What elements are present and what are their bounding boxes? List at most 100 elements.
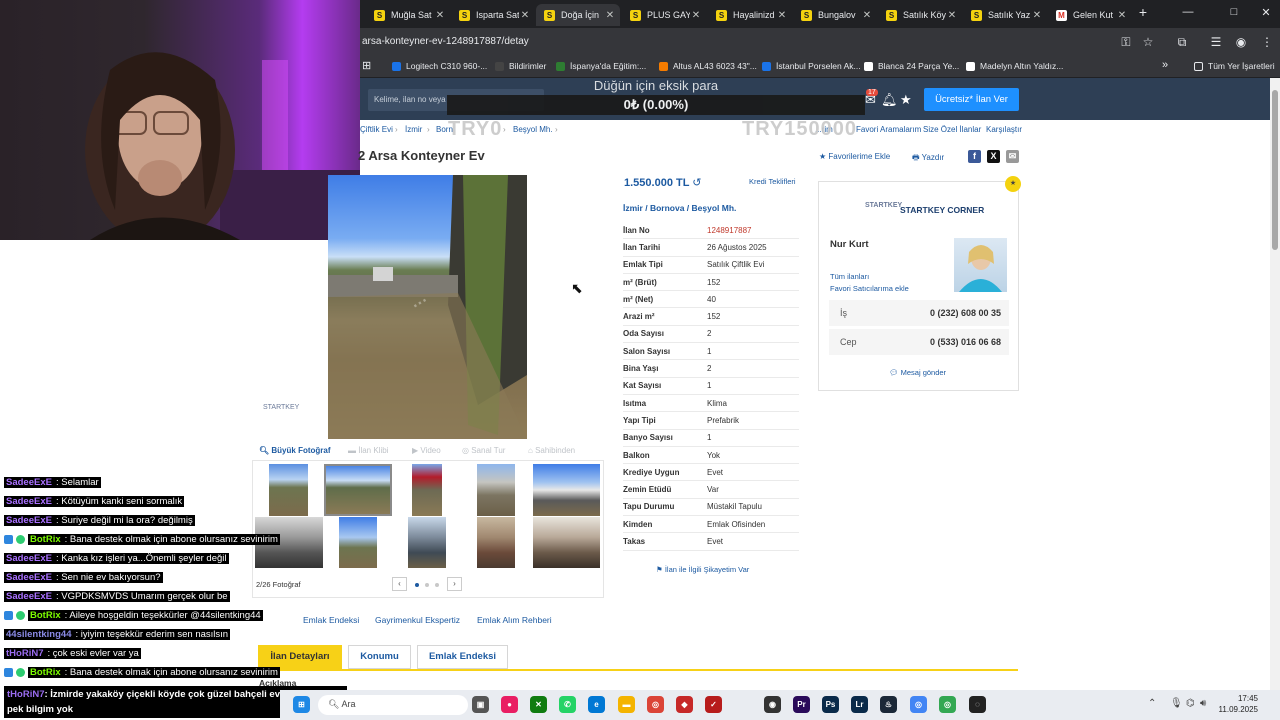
edge-icon[interactable]: e: [588, 696, 605, 713]
browser-tab[interactable]: S Isparta Sat ✕: [451, 4, 535, 26]
post-ad-button[interactable]: Ücretsiz* İlan Ver: [924, 88, 1019, 111]
profile-icon[interactable]: ◉: [1233, 35, 1249, 49]
tray-chevron-icon[interactable]: ⌃: [1148, 698, 1156, 709]
lightroom-icon[interactable]: Lr: [851, 696, 868, 713]
compare-link[interactable]: Karşılaştır: [986, 125, 1022, 134]
bookmark-item[interactable]: Altus AL43 6023 43"...: [659, 61, 757, 71]
appraisal-link[interactable]: Gayrimenkul Ekspertiz: [375, 615, 460, 625]
browser-tab[interactable]: S Bungalov ✕: [793, 4, 877, 26]
facebook-icon[interactable]: f: [968, 150, 981, 163]
browser-tab[interactable]: S Muğla Sat ✕: [366, 4, 450, 26]
favorites-star-icon[interactable]: ★: [900, 92, 912, 108]
special-ads-link[interactable]: Size Özel İlanlar: [923, 125, 981, 134]
taskbar-search[interactable]: 🔍︎ Ara: [318, 695, 468, 715]
credit-offers-link[interactable]: Kredi Teklifleri: [749, 177, 796, 186]
seller-company[interactable]: STARTKEY CORNER: [900, 205, 984, 215]
video-clip-button[interactable]: ▬ İlan Klibi: [348, 446, 388, 455]
buying-guide-link[interactable]: Emlak Alım Rehberi: [477, 615, 552, 625]
xbox-icon[interactable]: ✕: [530, 696, 547, 713]
chrome-active-icon[interactable]: ◎: [910, 696, 927, 713]
close-icon[interactable]: ✕: [776, 10, 788, 21]
clock[interactable]: 17:45 11.09.2025: [1212, 693, 1258, 715]
next-photo-button[interactable]: ›: [447, 577, 462, 591]
close-icon[interactable]: ✕: [434, 10, 446, 21]
phone-row[interactable]: Cep 0 (533) 016 06 68: [829, 329, 1009, 355]
browser-tab-active[interactable]: S Doğa İçin ✕: [536, 4, 620, 26]
network-icon[interactable]: ⌬: [1186, 698, 1195, 709]
video-button[interactable]: ▶ Video: [412, 446, 441, 455]
app-icon[interactable]: ●: [501, 696, 518, 713]
mail-icon[interactable]: ✓: [705, 696, 722, 713]
scroll-thumb[interactable]: [1272, 90, 1278, 250]
task-view-icon[interactable]: ▣: [472, 696, 489, 713]
star-icon[interactable]: ☆: [1140, 35, 1156, 49]
bookmark-item[interactable]: Logitech C310 960-...: [392, 61, 487, 71]
steam-icon[interactable]: ♨: [880, 696, 897, 713]
bookmark-item[interactable]: Madelyn Altın Yaldız...: [966, 61, 1063, 71]
breadcrumb-item[interactable]: İzmir: [405, 125, 422, 134]
thumbnail[interactable]: [408, 517, 446, 568]
url-field[interactable]: arsa-konteyner-ev-1248917887/detay: [362, 36, 529, 47]
apps-icon[interactable]: ⊞: [362, 59, 371, 72]
complaint-link[interactable]: ⚑ İlan ile İlgili Şikayetim Var: [656, 565, 749, 574]
windows-start-icon[interactable]: ⊞: [293, 696, 310, 713]
all-bookmarks[interactable]: Tüm Yer İşaretleri: [1194, 61, 1275, 71]
thumbnail-selected[interactable]: [324, 464, 392, 516]
new-tab-button[interactable]: +: [1134, 4, 1152, 20]
print-link[interactable]: 🖶︎ Yazdır: [912, 152, 944, 166]
chrome-icon[interactable]: ◎: [647, 696, 664, 713]
prev-photo-button[interactable]: ‹: [392, 577, 407, 591]
page-dot[interactable]: [435, 583, 439, 587]
breadcrumb-item[interactable]: Beşyol Mh.: [513, 125, 553, 134]
maximize-icon[interactable]: □: [1225, 6, 1243, 18]
thumbnail[interactable]: [533, 517, 600, 568]
thumbnail[interactable]: [533, 464, 600, 516]
browser-tab[interactable]: S Satılık Yaz ✕: [963, 4, 1047, 26]
folder-icon[interactable]: ▬: [618, 696, 635, 713]
minimize-icon[interactable]: —: [1179, 6, 1197, 18]
app-red-icon[interactable]: ◆: [676, 696, 693, 713]
breadcrumb-item[interactable]: Çiftlik Evi: [360, 125, 393, 134]
obs-icon[interactable]: ◉: [764, 696, 781, 713]
virtual-tour-button[interactable]: ◎ Sanal Tur: [462, 446, 505, 455]
photoshop-icon[interactable]: Ps: [822, 696, 839, 713]
app-circle-icon[interactable]: ◌: [969, 696, 986, 713]
thumbnail[interactable]: [412, 464, 442, 516]
chrome-profile-icon[interactable]: ◎: [939, 696, 956, 713]
scrollbar[interactable]: [1270, 78, 1280, 690]
x-icon[interactable]: X: [987, 150, 1000, 163]
phone-row[interactable]: İş 0 (232) 608 00 35: [829, 300, 1009, 326]
close-icon[interactable]: ✕: [519, 10, 531, 21]
main-photo[interactable]: ···: [328, 175, 527, 439]
favorite-link[interactable]: ★ Favorilerime Ekle: [819, 152, 890, 161]
reading-list-icon[interactable]: ☰: [1208, 35, 1224, 49]
premiere-icon[interactable]: Pr: [793, 696, 810, 713]
page-dot[interactable]: [425, 583, 429, 587]
real-estate-index-link[interactable]: Emlak Endeksi: [303, 615, 359, 625]
bookmark-item[interactable]: Bildirimler: [495, 61, 546, 71]
bell-icon[interactable]: 🔔︎: [881, 92, 898, 108]
thumbnail[interactable]: [339, 517, 377, 568]
favorite-seller-link[interactable]: Favori Satıcılarıma ekle: [830, 284, 909, 293]
thumbnail[interactable]: [477, 517, 515, 568]
all-ads-link[interactable]: Tüm ilanları: [830, 272, 869, 281]
bookmark-item[interactable]: İstanbul Porselen Ak...: [762, 61, 861, 71]
close-icon[interactable]: ✕: [690, 10, 702, 21]
tab-real-estate-index[interactable]: Emlak Endeksi: [417, 645, 508, 669]
browser-tab[interactable]: S PLUS GAYI ✕: [622, 4, 706, 26]
thumbnail[interactable]: [477, 464, 515, 516]
browser-tab[interactable]: M Gelen Kut ✕: [1048, 4, 1132, 26]
tab-location[interactable]: Konumu: [348, 645, 411, 669]
close-icon[interactable]: ✕: [861, 10, 873, 21]
sahibinden-button[interactable]: ⌂ Sahibinden: [528, 446, 575, 455]
browser-tab[interactable]: S Hayalinizd ✕: [708, 4, 792, 26]
extensions-icon[interactable]: ⧉: [1174, 35, 1190, 50]
close-icon[interactable]: ✕: [946, 10, 958, 21]
favorite-searches-link[interactable]: Favori Aramalarım: [856, 125, 921, 134]
bookmark-item[interactable]: Blanca 24 Parça Ye...: [864, 61, 959, 71]
close-icon[interactable]: ✕: [1031, 10, 1043, 21]
close-window-icon[interactable]: ✕: [1257, 6, 1275, 19]
whatsapp-icon[interactable]: ✆: [559, 696, 576, 713]
key-icon[interactable]: ⚿: [1118, 35, 1134, 50]
close-icon[interactable]: ✕: [1116, 10, 1128, 21]
